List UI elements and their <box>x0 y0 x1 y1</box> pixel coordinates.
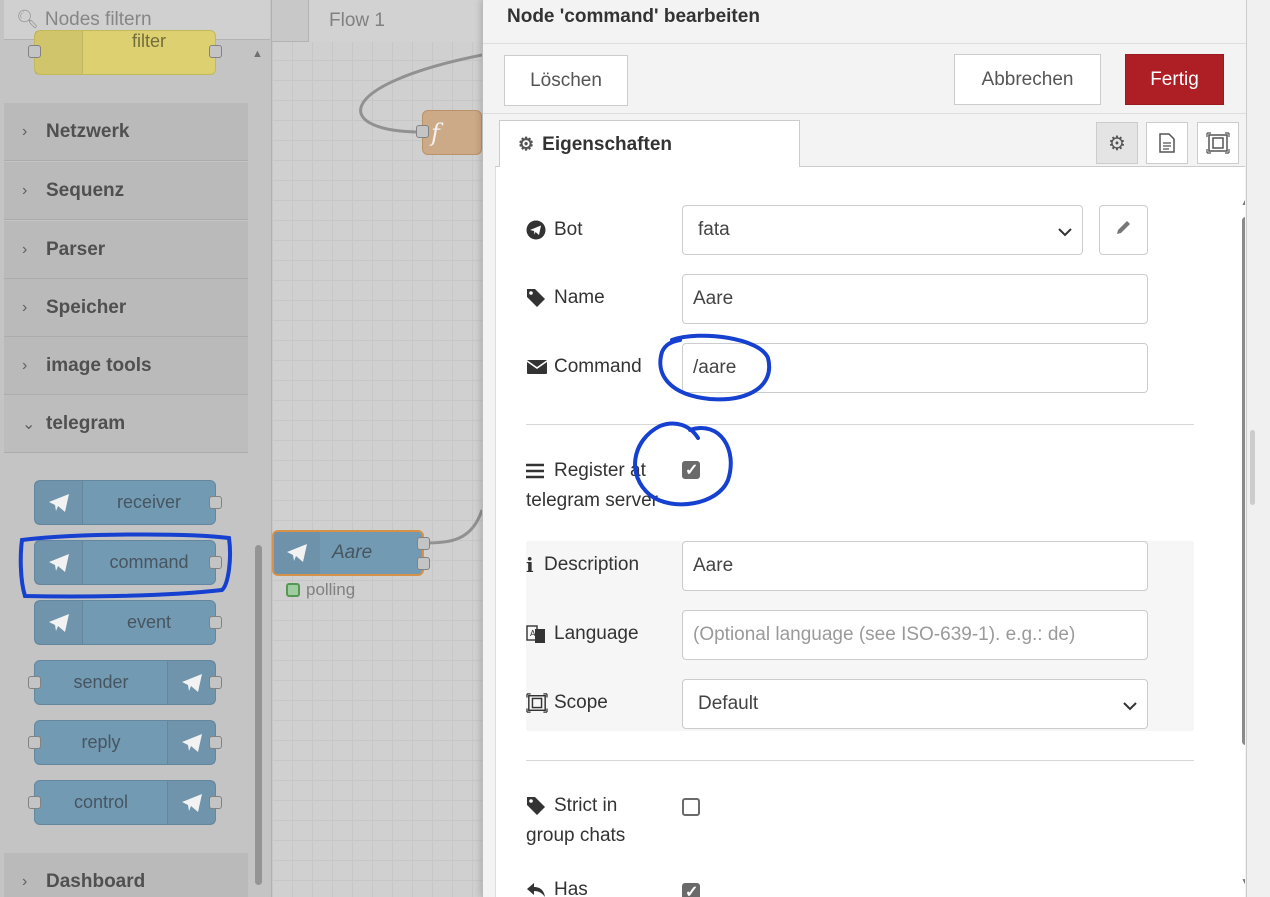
command-input[interactable]: /aare <box>682 343 1148 393</box>
divider <box>526 760 1194 761</box>
dim-overlay <box>0 0 482 897</box>
name-label: Name <box>526 283 605 313</box>
reply-icon <box>526 875 550 897</box>
edit-tray: Node 'command' bearbeiten Löschen Abbrec… <box>482 0 1246 897</box>
strict-checkbox[interactable] <box>682 798 700 816</box>
description-label: i Description <box>526 550 639 580</box>
chevron-down-icon <box>1123 695 1137 717</box>
delete-button[interactable]: Löschen <box>504 55 628 106</box>
divider <box>526 424 1194 425</box>
scroll-down-arrow[interactable]: ▼ <box>1240 875 1245 889</box>
tag-icon <box>526 283 550 313</box>
description-input[interactable]: Aare <box>682 541 1148 591</box>
document-icon <box>1159 133 1175 153</box>
envelope-icon <box>526 352 550 382</box>
svg-text:A: A <box>530 629 536 638</box>
language-label: A Language <box>526 619 639 649</box>
translate-icon: A <box>526 619 550 649</box>
properties-form: Bot fata Name Aare Command /aare Registe… <box>495 167 1245 897</box>
chevron-down-icon <box>1058 221 1072 243</box>
scope-select[interactable]: Default <box>682 679 1148 729</box>
bot-select[interactable]: fata <box>682 205 1083 255</box>
tray-title: Node 'command' bearbeiten <box>483 0 1246 44</box>
scroll-up-arrow[interactable]: ▲ <box>1240 194 1245 208</box>
tag-icon <box>526 791 550 821</box>
register-checkbox[interactable] <box>682 460 700 480</box>
bot-label: Bot <box>526 215 583 245</box>
sidebar-resize-handle[interactable] <box>1250 430 1255 505</box>
gear-icon: ⚙ <box>1108 132 1126 155</box>
tab-description-icon-button[interactable] <box>1146 122 1188 164</box>
command-label: Command <box>526 352 642 382</box>
list-icon <box>526 456 550 486</box>
name-input[interactable]: Aare <box>682 274 1148 324</box>
edit-bot-button[interactable] <box>1099 205 1148 255</box>
frame-icon <box>526 688 550 718</box>
tab-properties[interactable]: ⚙ Eigenschaften <box>499 120 800 168</box>
has-label: Has <box>526 875 588 897</box>
sidebar-edge <box>1246 0 1270 897</box>
language-input[interactable]: (Optional language (see ISO-639-1). e.g.… <box>682 610 1148 660</box>
info-icon: i <box>526 553 534 577</box>
form-scrollbar[interactable] <box>1242 217 1245 745</box>
frame-icon <box>1206 132 1230 154</box>
scope-label: Scope <box>526 688 608 718</box>
tab-settings-icon-button[interactable]: ⚙ <box>1096 122 1138 164</box>
gear-icon: ⚙ <box>518 134 535 154</box>
cancel-button[interactable]: Abbrechen <box>954 54 1101 105</box>
register-label: Register at telegram server <box>526 456 658 516</box>
tab-appearance-icon-button[interactable] <box>1197 122 1239 164</box>
has-checkbox[interactable] <box>682 882 700 897</box>
pencil-icon <box>1115 218 1133 242</box>
done-button[interactable]: Fertig <box>1125 54 1224 105</box>
strict-label: Strict in group chats <box>526 791 625 851</box>
telegram-circle-icon <box>526 215 550 245</box>
